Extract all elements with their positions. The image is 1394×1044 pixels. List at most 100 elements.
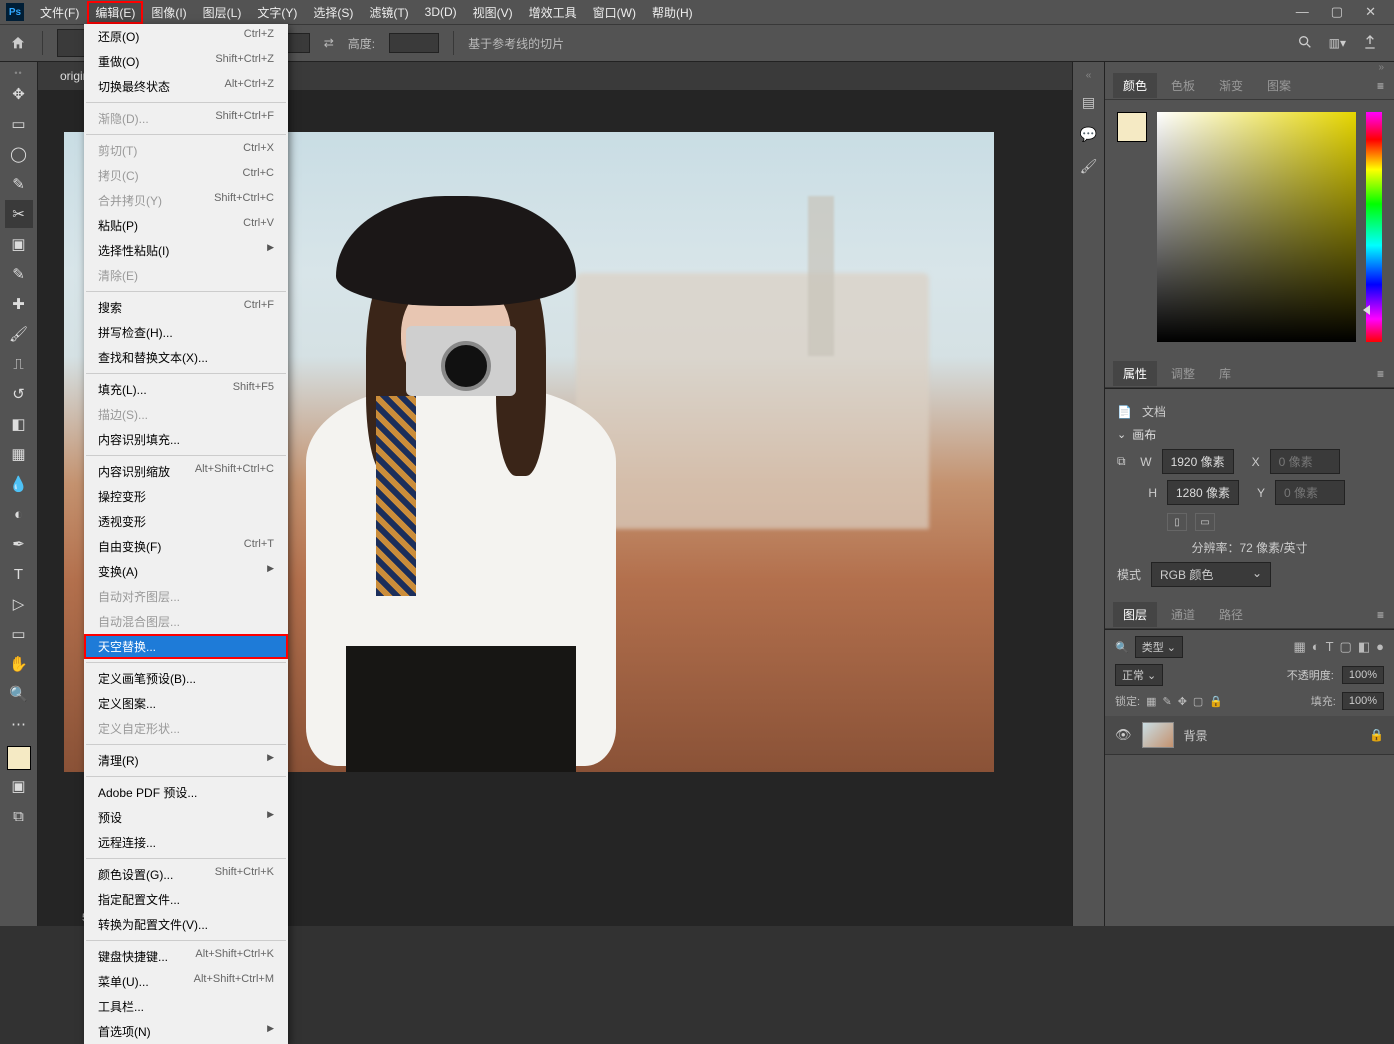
tab-properties[interactable]: 属性: [1113, 361, 1157, 386]
menu-item[interactable]: 键盘快捷键...Alt+Shift+Ctrl+K: [84, 944, 288, 969]
mode-select[interactable]: RGB 颜色⌄: [1151, 562, 1271, 587]
filter-type-icon[interactable]: T: [1326, 639, 1334, 655]
lock-pixels-icon[interactable]: ▦: [1146, 695, 1156, 708]
color-field[interactable]: [1157, 112, 1356, 342]
menu-item[interactable]: 清理(R): [84, 748, 288, 773]
hand-tool[interactable]: ✋: [5, 650, 33, 678]
menu-help[interactable]: 帮助(H): [644, 1, 701, 24]
type-tool[interactable]: T: [5, 560, 33, 588]
menu-item[interactable]: 搜索Ctrl+F: [84, 295, 288, 320]
workspace-icon[interactable]: ▥▾: [1329, 36, 1346, 50]
menu-plugins[interactable]: 增效工具: [521, 1, 585, 24]
layer-row[interactable]: 👁 背景 🔒: [1105, 716, 1394, 755]
panel-menu-icon[interactable]: ≡: [1377, 79, 1394, 93]
tab-gradients[interactable]: 渐变: [1209, 73, 1253, 98]
history-brush-tool[interactable]: ↺: [5, 380, 33, 408]
menu-item[interactable]: 选择性粘贴(I): [84, 238, 288, 263]
blur-tool[interactable]: 💧: [5, 470, 33, 498]
menu-item[interactable]: 指定配置文件...: [84, 887, 288, 912]
filter-pixel-icon[interactable]: ▦: [1293, 639, 1305, 655]
menu-3d[interactable]: 3D(D): [417, 2, 465, 22]
filter-shape-icon[interactable]: ▢: [1340, 639, 1352, 655]
zoom-tool[interactable]: 🔍: [5, 680, 33, 708]
menu-window[interactable]: 窗口(W): [585, 1, 644, 24]
foreground-color[interactable]: [7, 746, 31, 770]
visibility-icon[interactable]: 👁: [1115, 727, 1132, 743]
menu-edit[interactable]: 编辑(E): [87, 1, 143, 24]
eyedropper-tool[interactable]: ✎: [5, 260, 33, 288]
tab-patterns[interactable]: 图案: [1257, 73, 1301, 98]
menu-item[interactable]: 预设: [84, 805, 288, 830]
minimize-icon[interactable]: —: [1296, 4, 1309, 20]
tab-channels[interactable]: 通道: [1161, 602, 1205, 627]
menu-select[interactable]: 选择(S): [305, 1, 361, 24]
menu-item[interactable]: 还原(O)Ctrl+Z: [84, 24, 288, 49]
fill-value[interactable]: 100%: [1342, 692, 1384, 710]
lock-all-icon[interactable]: 🔒: [1209, 695, 1223, 708]
filter-adjust-icon[interactable]: ◐: [1312, 639, 1320, 655]
marquee-tool[interactable]: ▭: [5, 110, 33, 138]
lock-move-icon[interactable]: ✥: [1178, 695, 1187, 708]
collapse-arrow[interactable]: »: [1105, 62, 1394, 72]
kind-filter[interactable]: 类型 ⌄: [1135, 636, 1183, 658]
crop-tool[interactable]: ✂: [5, 200, 33, 228]
tab-swatches[interactable]: 色板: [1161, 73, 1205, 98]
search-icon[interactable]: [1297, 34, 1313, 53]
menu-item[interactable]: 转换为配置文件(V)...: [84, 912, 288, 937]
home-icon[interactable]: [8, 33, 28, 53]
menu-filter[interactable]: 滤镜(T): [361, 1, 416, 24]
blend-mode[interactable]: 正常 ⌄: [1115, 664, 1163, 686]
comments-icon[interactable]: 💬: [1079, 124, 1099, 144]
menu-view[interactable]: 视图(V): [465, 1, 521, 24]
menu-item[interactable]: 拼写检查(H)...: [84, 320, 288, 345]
close-icon[interactable]: ✕: [1365, 4, 1376, 20]
menu-item[interactable]: 变换(A): [84, 559, 288, 584]
menu-item[interactable]: 操控变形: [84, 484, 288, 509]
menu-item[interactable]: Adobe PDF 预设...: [84, 780, 288, 805]
menu-item[interactable]: 透视变形: [84, 509, 288, 534]
layer-name[interactable]: 背景: [1184, 727, 1208, 744]
menu-type[interactable]: 文字(Y): [249, 1, 305, 24]
tab-layers[interactable]: 图层: [1113, 602, 1157, 627]
lasso-tool[interactable]: ◯: [5, 140, 33, 168]
edit-toolbar[interactable]: ⋯: [5, 710, 33, 738]
orientation-portrait[interactable]: ▯: [1167, 513, 1187, 531]
menu-item[interactable]: 定义画笔预设(B)...: [84, 666, 288, 691]
swap-icon[interactable]: ⇄: [324, 36, 334, 50]
menu-item[interactable]: 粘贴(P)Ctrl+V: [84, 213, 288, 238]
menu-item[interactable]: 查找和替换文本(X)...: [84, 345, 288, 370]
screen-mode[interactable]: ⧉: [5, 802, 33, 830]
stamp-tool[interactable]: ⎍: [5, 350, 33, 378]
tab-libraries[interactable]: 库: [1209, 361, 1241, 386]
maximize-icon[interactable]: ▢: [1331, 4, 1343, 20]
menu-file[interactable]: 文件(F): [32, 1, 87, 24]
menu-item[interactable]: 颜色设置(G)...Shift+Ctrl+K: [84, 862, 288, 887]
width-value[interactable]: 1920 像素: [1162, 449, 1234, 474]
path-select-tool[interactable]: ▷: [5, 590, 33, 618]
frame-tool[interactable]: ▣: [5, 230, 33, 258]
heal-tool[interactable]: ✚: [5, 290, 33, 318]
menu-layer[interactable]: 图层(L): [195, 1, 250, 24]
menu-item[interactable]: 远程连接...: [84, 830, 288, 855]
menu-item[interactable]: 定义图案...: [84, 691, 288, 716]
menu-item[interactable]: 切换最终状态Alt+Ctrl+Z: [84, 74, 288, 99]
lock-artboard-icon[interactable]: ▢: [1193, 695, 1203, 708]
panel-menu-icon[interactable]: ≡: [1377, 608, 1394, 622]
share-icon[interactable]: [1362, 34, 1378, 53]
histogram-icon[interactable]: ▤: [1079, 92, 1099, 112]
height-field[interactable]: [389, 33, 439, 53]
filter-toggle[interactable]: ●: [1376, 639, 1384, 655]
color-swatch[interactable]: [1117, 112, 1147, 142]
menu-image[interactable]: 图像(I): [143, 1, 194, 24]
filter-icon[interactable]: 🔍: [1115, 641, 1129, 654]
link-icon[interactable]: ⧉: [1117, 454, 1126, 469]
menu-item[interactable]: 内容识别缩放Alt+Shift+Ctrl+C: [84, 459, 288, 484]
brushes-icon[interactable]: 🖌: [1079, 156, 1099, 176]
quick-select-tool[interactable]: ✎: [5, 170, 33, 198]
dodge-tool[interactable]: ◐: [5, 500, 33, 528]
menu-item[interactable]: 菜单(U)...Alt+Shift+Ctrl+M: [84, 969, 288, 994]
orientation-landscape[interactable]: ▭: [1195, 513, 1215, 531]
filter-smart-icon[interactable]: ◧: [1358, 639, 1370, 655]
panel-handle[interactable]: ••: [14, 68, 22, 78]
pen-tool[interactable]: ✒: [5, 530, 33, 558]
